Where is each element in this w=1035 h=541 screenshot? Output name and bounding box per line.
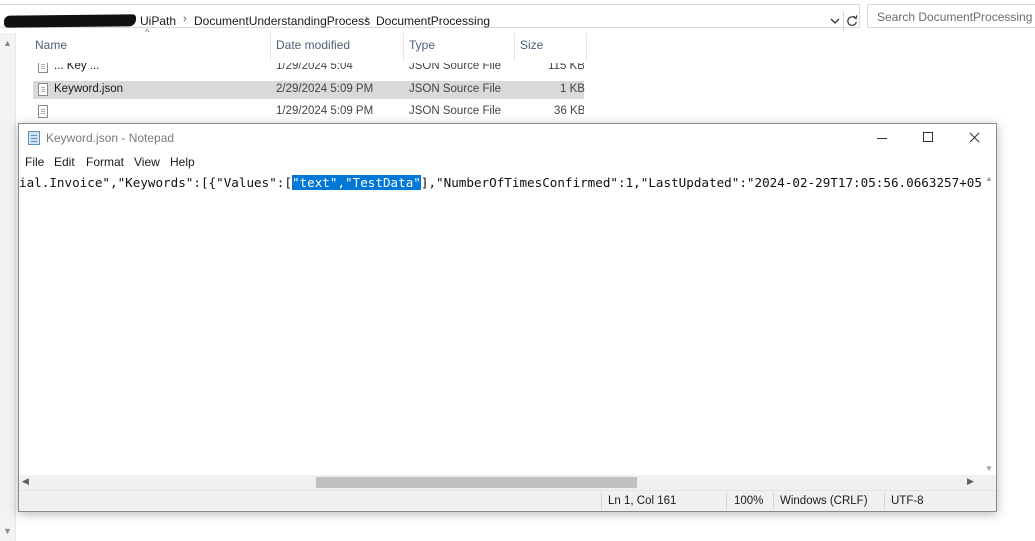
close-button[interactable] — [951, 124, 997, 152]
breadcrumb-separator-icon: › — [183, 13, 187, 25]
json-file-icon — [38, 83, 48, 96]
file-size: 115 KB — [548, 63, 584, 72]
status-bar: Ln 1, Col 161 100% Windows (CRLF) UTF-8 — [19, 490, 996, 511]
menu-format[interactable]: Format — [86, 155, 124, 169]
scroll-down-icon[interactable]: ▼ — [3, 526, 12, 536]
cursor-position: Ln 1, Col 161 — [608, 495, 677, 507]
json-file-icon — [38, 63, 48, 73]
scroll-right-icon[interactable]: ▶ — [967, 476, 974, 487]
column-divider[interactable] — [403, 33, 404, 61]
minimize-button[interactable] — [859, 124, 905, 152]
file-type: JSON Source File — [409, 83, 502, 95]
breadcrumb-documentunderstandingprocess[interactable]: DocumentUnderstandingProcess — [194, 14, 370, 28]
file-size: 36 KB — [554, 105, 584, 117]
column-header-date-modified[interactable]: Date modified — [276, 38, 350, 52]
scroll-up-icon[interactable]: ▲ — [985, 174, 993, 183]
menu-edit[interactable]: Edit — [54, 155, 75, 169]
column-header-size[interactable]: Size — [520, 38, 543, 52]
scroll-down-icon[interactable]: ▼ — [985, 464, 993, 473]
file-row-keyword-json[interactable]: Keyword.json 2/29/2024 5:09 PM JSON Sour… — [33, 81, 585, 99]
status-divider — [773, 493, 774, 509]
text-editor[interactable]: ial.Invoice","Keywords":[{"Values":["tex… — [19, 172, 983, 475]
selected-text: "text","TestData" — [291, 175, 421, 190]
text-line: ial.Invoice","Keywords":[{"Values":["tex… — [19, 174, 983, 192]
redacted-path — [3, 14, 137, 28]
menu-file[interactable]: File — [25, 155, 44, 169]
line-endings: Windows (CRLF) — [780, 495, 868, 507]
column-header-name[interactable]: Name — [35, 38, 67, 52]
file-row[interactable]: 1/29/2024 5:09 PM JSON Source File 36 KB — [33, 101, 584, 118]
notepad-title-bar[interactable]: Keyword.json - Notepad — [19, 124, 996, 152]
vertical-scrollbar[interactable]: ▲ ▼ — [983, 172, 996, 475]
file-name: Keyword.json — [54, 83, 124, 95]
maximize-button[interactable] — [905, 124, 951, 152]
status-divider — [726, 493, 727, 509]
file-date: 1/29/2024 5:09 PM — [276, 105, 374, 117]
search-placeholder: Search DocumentProcessing — [877, 10, 1033, 24]
breadcrumb-separator-icon: › — [365, 13, 369, 25]
file-name: ... Key ... — [54, 63, 100, 72]
refresh-button[interactable] — [843, 11, 860, 31]
window-title: Keyword.json - Notepad — [46, 131, 175, 145]
file-type: JSON Source File — [409, 63, 502, 72]
chevron-down-icon — [830, 18, 840, 24]
file-size: 1 KB — [560, 83, 585, 95]
text-after-selection: ],"NumberOfTimesConfirmed":1,"LastUpdate… — [420, 175, 983, 190]
encoding: UTF-8 — [891, 495, 924, 507]
address-bar-area: UiPath › DocumentUnderstandingProcess › … — [0, 0, 1035, 33]
breadcrumb-documentprocessing[interactable]: DocumentProcessing — [376, 14, 490, 28]
horizontal-scroll-thumb[interactable] — [316, 477, 637, 488]
navigation-pane-scrollbar[interactable] — [0, 33, 16, 541]
status-divider — [601, 493, 602, 509]
text-before-selection: ial.Invoice","Keywords":[{"Values":[ — [19, 175, 292, 190]
refresh-icon — [847, 15, 858, 26]
column-header-type[interactable]: Type — [409, 38, 435, 52]
sort-ascending-icon: ^ — [145, 27, 150, 37]
scroll-up-icon[interactable]: ▲ — [3, 38, 12, 48]
menu-help[interactable]: Help — [170, 155, 195, 169]
address-bar[interactable]: UiPath › DocumentUnderstandingProcess › … — [0, 4, 860, 31]
search-input[interactable]: Search DocumentProcessing — [867, 4, 1035, 28]
breadcrumb-uipath[interactable]: UiPath — [140, 14, 176, 28]
file-row[interactable]: ... Key ... 1/29/2024 5:04 JSON Source F… — [33, 63, 584, 76]
horizontal-scrollbar[interactable]: ◀ ▶ — [19, 475, 983, 490]
file-date: 1/29/2024 5:04 — [276, 63, 353, 72]
zoom-level: 100% — [734, 495, 764, 507]
file-date: 2/29/2024 5:09 PM — [276, 83, 374, 95]
menu-view[interactable]: View — [134, 155, 160, 169]
scroll-left-icon[interactable]: ◀ — [22, 476, 29, 487]
file-type: JSON Source File — [409, 105, 502, 117]
address-history-button[interactable] — [828, 12, 842, 30]
menu-bar: File Edit Format View Help — [19, 152, 996, 172]
scrollbar-corner — [983, 475, 996, 490]
notepad-app-icon — [28, 131, 40, 145]
column-divider[interactable] — [514, 33, 515, 61]
column-divider[interactable] — [270, 33, 271, 61]
notepad-window: Keyword.json - Notepad File Edit Format … — [18, 123, 997, 512]
status-divider — [884, 493, 885, 509]
json-file-icon — [38, 105, 48, 118]
column-divider[interactable] — [586, 33, 587, 61]
